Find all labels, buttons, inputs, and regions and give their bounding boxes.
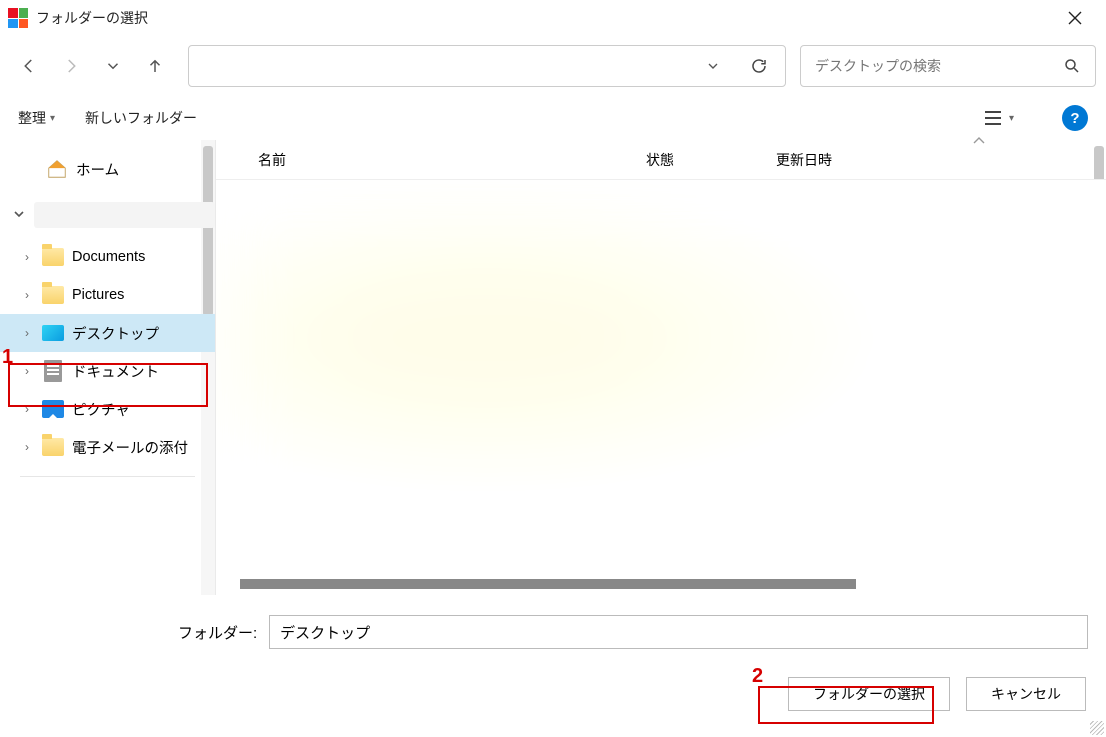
horizontal-scrollbar[interactable] — [240, 579, 856, 589]
sidebar-divider — [20, 476, 195, 477]
sidebar-item-home[interactable]: ホーム — [0, 146, 215, 192]
close-button[interactable] — [1052, 2, 1098, 34]
sidebar-item-pics-jp[interactable]: › ピクチャ — [0, 390, 215, 428]
annotation-1: 1 — [2, 346, 13, 369]
content-area: 名前 状態 更新日時 — [215, 140, 1106, 595]
chevron-right-icon: › — [20, 326, 34, 340]
sidebar-item-mail[interactable]: › 電子メールの添付 — [0, 428, 215, 466]
folder-name-row: フォルダー: — [18, 615, 1088, 649]
address-bar[interactable] — [188, 45, 786, 87]
sidebar-mail-label: 電子メールの添付 — [72, 437, 188, 458]
sidebar-desktop-label: デスクトップ — [72, 323, 159, 344]
refresh-icon[interactable] — [745, 52, 773, 80]
cancel-button[interactable]: キャンセル — [966, 677, 1086, 711]
sidebar-home-label: ホーム — [76, 159, 119, 180]
sidebar-docs-jp-label: ドキュメント — [72, 361, 159, 382]
column-status[interactable]: 状態 — [646, 150, 776, 170]
sidebar-item-desktop[interactable]: › デスクトップ — [0, 314, 215, 352]
sidebar-item-docs-jp[interactable]: › ドキュメント — [0, 352, 215, 390]
file-list[interactable] — [216, 180, 1106, 595]
address-dropdown-icon[interactable] — [699, 52, 727, 80]
bottom-panel: フォルダー: フォルダーの選択 キャンセル — [0, 595, 1106, 727]
document-icon — [44, 360, 62, 382]
caret-down-icon: ▾ — [1009, 113, 1014, 124]
sort-caret-icon — [972, 134, 986, 148]
chevron-right-icon: › — [20, 440, 34, 454]
search-box[interactable] — [800, 45, 1096, 87]
sidebar-item-user[interactable] — [0, 192, 215, 238]
organize-label: 整理 — [18, 108, 46, 128]
folder-name-input[interactable] — [269, 615, 1088, 649]
new-folder-label: 新しいフォルダー — [85, 108, 197, 128]
folder-label: フォルダー: — [178, 622, 257, 643]
organize-menu[interactable]: 整理 ▾ — [18, 108, 55, 128]
chevron-right-icon: › — [20, 250, 34, 264]
chevron-down-icon — [12, 208, 26, 223]
sidebar-item-pictures[interactable]: › Pictures — [0, 276, 215, 314]
window-title: フォルダーの選択 — [36, 8, 148, 28]
recent-dropdown[interactable] — [94, 47, 132, 85]
forward-button[interactable] — [52, 47, 90, 85]
sidebar-pics-jp-label: ピクチャ — [72, 399, 130, 420]
desktop-icon — [42, 325, 64, 341]
caret-down-icon: ▾ — [50, 113, 55, 124]
chevron-right-icon: › — [20, 364, 34, 378]
sidebar-documents-label: Documents — [72, 249, 145, 265]
select-folder-button[interactable]: フォルダーの選択 — [788, 677, 950, 711]
toolbar: 整理 ▾ 新しいフォルダー ▾ ? — [0, 96, 1106, 140]
up-button[interactable] — [136, 47, 174, 85]
main-area: ホーム › Documents › Pictures › デスクトップ › ドキ… — [0, 140, 1106, 595]
column-name[interactable]: 名前 — [216, 150, 646, 170]
view-options[interactable]: ▾ — [983, 110, 1014, 126]
titlebar: フォルダーの選択 — [0, 0, 1106, 36]
button-row: フォルダーの選択 キャンセル — [18, 677, 1088, 711]
sidebar-pictures-label: Pictures — [72, 287, 124, 303]
folder-icon — [42, 286, 64, 304]
resize-grip[interactable] — [1090, 721, 1104, 735]
blurred-files — [226, 180, 1096, 575]
sidebar-item-documents[interactable]: › Documents — [0, 238, 215, 276]
new-folder-button[interactable]: 新しいフォルダー — [85, 108, 197, 128]
sidebar: ホーム › Documents › Pictures › デスクトップ › ドキ… — [0, 140, 215, 595]
help-button[interactable]: ? — [1062, 105, 1088, 131]
annotation-2: 2 — [752, 665, 763, 688]
column-headers: 名前 状態 更新日時 — [216, 140, 1106, 180]
folder-icon — [42, 438, 64, 456]
sidebar-user-label — [34, 202, 215, 228]
app-icon — [8, 8, 28, 28]
home-icon — [46, 158, 68, 180]
back-button[interactable] — [10, 47, 48, 85]
search-input[interactable] — [815, 58, 1063, 74]
chevron-right-icon: › — [20, 288, 34, 302]
chevron-right-icon: › — [20, 402, 34, 416]
folder-icon — [42, 248, 64, 266]
column-date[interactable]: 更新日時 — [776, 150, 1106, 170]
picture-icon — [42, 400, 64, 418]
navbar — [0, 36, 1106, 96]
search-icon[interactable] — [1063, 57, 1081, 75]
